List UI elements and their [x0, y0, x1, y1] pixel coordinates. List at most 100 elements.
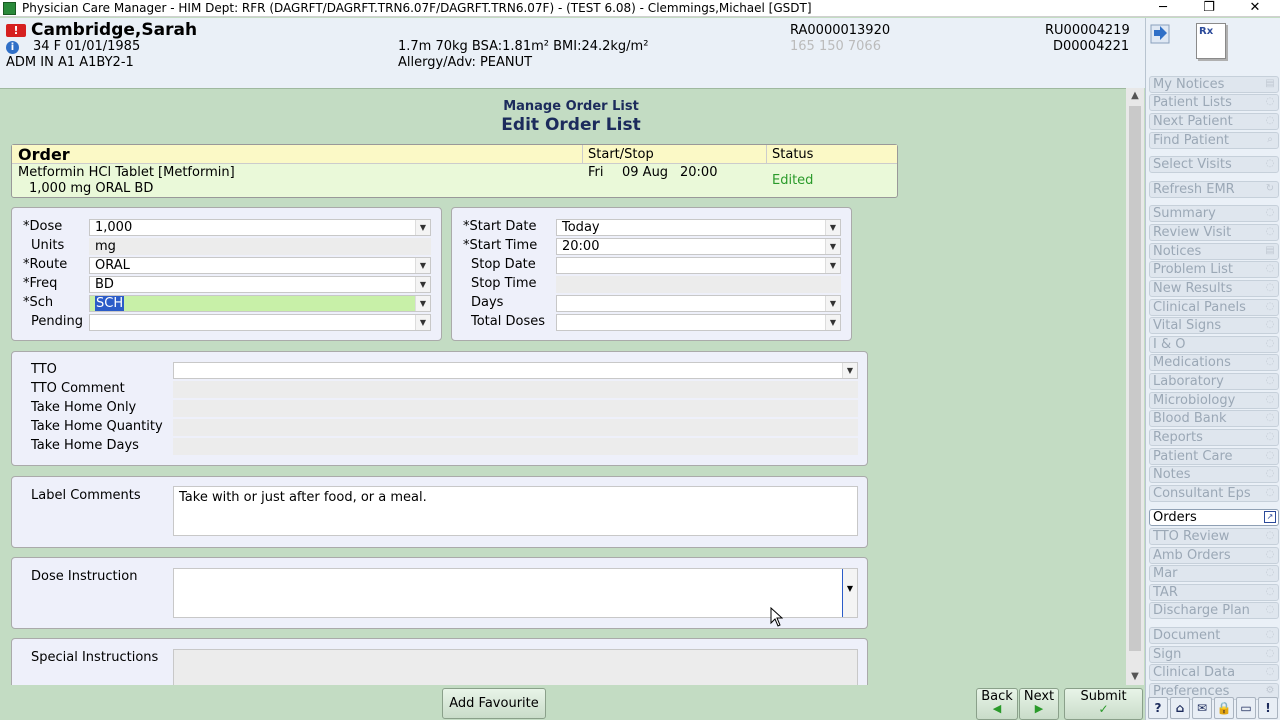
route-value: ORAL — [95, 258, 130, 273]
sidebar-item-mar[interactable]: Mar ◌ — [1149, 565, 1279, 582]
sidebar-item-find-patient[interactable]: Find Patient ⌕ — [1149, 132, 1279, 149]
sidebar-item-new-results[interactable]: New Results ◌ — [1149, 280, 1279, 297]
sidebar-item-sign[interactable]: Sign ◌ — [1149, 646, 1279, 663]
tto-label: TTO — [31, 362, 57, 377]
sch-label: *Sch — [23, 295, 54, 310]
chevron-down-icon[interactable]: ▼ — [825, 258, 840, 273]
tto-field[interactable]: ▼ — [173, 362, 858, 379]
refresh-icon: ↻ — [1265, 183, 1275, 194]
info-icon[interactable]: i — [6, 41, 19, 54]
start-date-field[interactable]: Today ▼ — [556, 219, 841, 236]
home-icon[interactable]: ⌂ — [1170, 697, 1190, 719]
sidebar-item-i-o[interactable]: I & O ◌ — [1149, 336, 1279, 353]
freq-label: *Freq — [23, 276, 58, 291]
sidebar-item-my-notices[interactable]: My Notices ▤ — [1149, 76, 1279, 93]
chevron-down-icon[interactable]: ▼ — [825, 220, 840, 235]
next-button[interactable]: Next ▶ — [1019, 688, 1059, 720]
units-label: Units — [31, 238, 65, 253]
dose-instruction-input[interactable]: ▼ — [173, 568, 858, 618]
chevron-down-icon[interactable]: ▼ — [415, 296, 430, 311]
mail-icon[interactable]: ✉ — [1192, 697, 1212, 719]
sidebar-item-refresh-emr[interactable]: Refresh EMR ↻ — [1149, 181, 1279, 198]
sidebar-item-next-patient[interactable]: Next Patient ◌ — [1149, 113, 1279, 130]
help-icon[interactable]: ? — [1148, 697, 1168, 719]
route-label: *Route — [23, 257, 68, 272]
sidebar-item-orders[interactable]: Orders ↗ — [1149, 509, 1279, 526]
sidebar-item-clinical-data[interactable]: Clinical Data ◌ — [1149, 664, 1279, 681]
order-table: Order Start/Stop Status Metformin HCl Ta… — [11, 144, 898, 198]
chevron-down-icon[interactable]: ▼ — [842, 569, 857, 617]
sidebar-item-microbiology[interactable]: Microbiology ◌ — [1149, 392, 1279, 409]
sidebar-item-laboratory[interactable]: Laboratory ◌ — [1149, 373, 1279, 390]
sidebar-item-medications[interactable]: Medications ◌ — [1149, 354, 1279, 371]
minimize-button[interactable]: ─ — [1148, 0, 1178, 17]
sidebar-item-notes[interactable]: Notes ◌ — [1149, 466, 1279, 483]
add-favourite-button[interactable]: Add Favourite — [442, 688, 546, 719]
sidebar-item-summary[interactable]: Summary ◌ — [1149, 205, 1279, 222]
take-home-only-label: Take Home Only — [31, 400, 137, 415]
sidebar-item-patient-care[interactable]: Patient Care ◌ — [1149, 448, 1279, 465]
route-field[interactable]: ORAL ▼ — [89, 257, 431, 274]
order-dose-line: 1,000 mg ORAL BD — [29, 181, 154, 196]
stop-date-field[interactable]: ▼ — [556, 257, 841, 274]
sidebar-item-problem-list[interactable]: Problem List ◌ — [1149, 261, 1279, 278]
days-field[interactable]: ▼ — [556, 295, 841, 312]
sidebar-item-label: Consultant Eps — [1153, 486, 1251, 501]
scroll-up-icon[interactable]: ▲ — [1126, 88, 1144, 104]
chevron-down-icon[interactable]: ▼ — [825, 239, 840, 254]
freq-field[interactable]: BD ▼ — [89, 276, 431, 293]
orders-icon: ↗ — [1264, 511, 1276, 523]
sidebar-item-document[interactable]: Document ◌ — [1149, 627, 1279, 644]
startstop-column-header: Start/Stop — [588, 147, 654, 162]
chevron-down-icon[interactable]: ▼ — [415, 220, 430, 235]
prescription-icon[interactable]: Rx — [1196, 23, 1226, 59]
exit-arrow-icon[interactable] — [1150, 24, 1170, 44]
sidebar-item-label: Sign — [1153, 647, 1182, 662]
scroll-thumb[interactable] — [1129, 106, 1141, 651]
chevron-down-icon[interactable]: ▼ — [415, 277, 430, 292]
dose-field[interactable]: 1,000 ▼ — [89, 219, 431, 236]
chevron-down-icon[interactable]: ▼ — [825, 296, 840, 311]
sidebar-item-label: Discharge Plan — [1153, 603, 1250, 618]
alert-icon[interactable]: ! — [6, 24, 26, 37]
sidebar-item-label: Summary — [1153, 206, 1216, 221]
sidebar-item-notices[interactable]: Notices ▤ — [1149, 243, 1279, 260]
submit-button[interactable]: Submit ✓ — [1064, 688, 1143, 720]
sidebar-item-amb-orders[interactable]: Amb Orders ◌ — [1149, 547, 1279, 564]
chevron-down-icon[interactable]: ▼ — [825, 315, 840, 330]
sidebar-item-blood-bank[interactable]: Blood Bank ◌ — [1149, 410, 1279, 427]
pending-field[interactable]: ▼ — [89, 314, 431, 331]
start-time-value: 20:00 — [562, 239, 600, 254]
sidebar-item-discharge-plan[interactable]: Discharge Plan ◌ — [1149, 602, 1279, 619]
start-time-field[interactable]: 20:00 ▼ — [556, 238, 841, 255]
content-scrollbar[interactable]: ▲ ▼ — [1126, 88, 1144, 685]
gear-icon: ⚙ — [1265, 685, 1275, 696]
chevron-down-icon[interactable]: ▼ — [842, 363, 857, 378]
sidebar-item-review-visit[interactable]: Review Visit ◌ — [1149, 224, 1279, 241]
sidebar-item-select-visits[interactable]: Select Visits ◌ — [1149, 156, 1279, 173]
back-button[interactable]: Back ◀ — [976, 688, 1018, 720]
alert-icon[interactable]: ! — [1258, 697, 1278, 719]
sidebar-item-patient-lists[interactable]: Patient Lists ◌ — [1149, 94, 1279, 111]
sch-field[interactable]: SCH ▼ — [89, 295, 431, 312]
label-comments-input[interactable]: Take with or just after food, or a meal. — [173, 486, 858, 536]
sidebar-item-label: Blood Bank — [1153, 411, 1227, 426]
maximize-button[interactable]: ❐ — [1194, 0, 1224, 17]
special-instructions-input[interactable] — [173, 649, 858, 685]
sidebar-item-tto-review[interactable]: TTO Review ◌ — [1149, 528, 1279, 545]
scroll-down-icon[interactable]: ▼ — [1126, 669, 1144, 685]
total-doses-field[interactable]: ▼ — [556, 314, 841, 331]
lock-icon[interactable]: 🔒 — [1214, 697, 1234, 719]
take-home-quantity-field — [173, 419, 858, 436]
sidebar-item-consultant-eps[interactable]: Consultant Eps ◌ — [1149, 485, 1279, 502]
sidebar-item-reports[interactable]: Reports ◌ — [1149, 429, 1279, 446]
account-number: RA0000013920 — [790, 23, 891, 38]
sidebar-item-clinical-panels[interactable]: Clinical Panels ◌ — [1149, 299, 1279, 316]
close-button[interactable]: ✕ — [1240, 0, 1270, 17]
io-icon: ◌ — [1265, 338, 1275, 349]
window-icon[interactable]: ▭ — [1236, 697, 1256, 719]
chevron-down-icon[interactable]: ▼ — [415, 258, 430, 273]
sidebar-item-vital-signs[interactable]: Vital Signs ◌ — [1149, 317, 1279, 334]
sidebar-item-tar[interactable]: TAR ◌ — [1149, 584, 1279, 601]
chevron-down-icon[interactable]: ▼ — [415, 315, 430, 330]
